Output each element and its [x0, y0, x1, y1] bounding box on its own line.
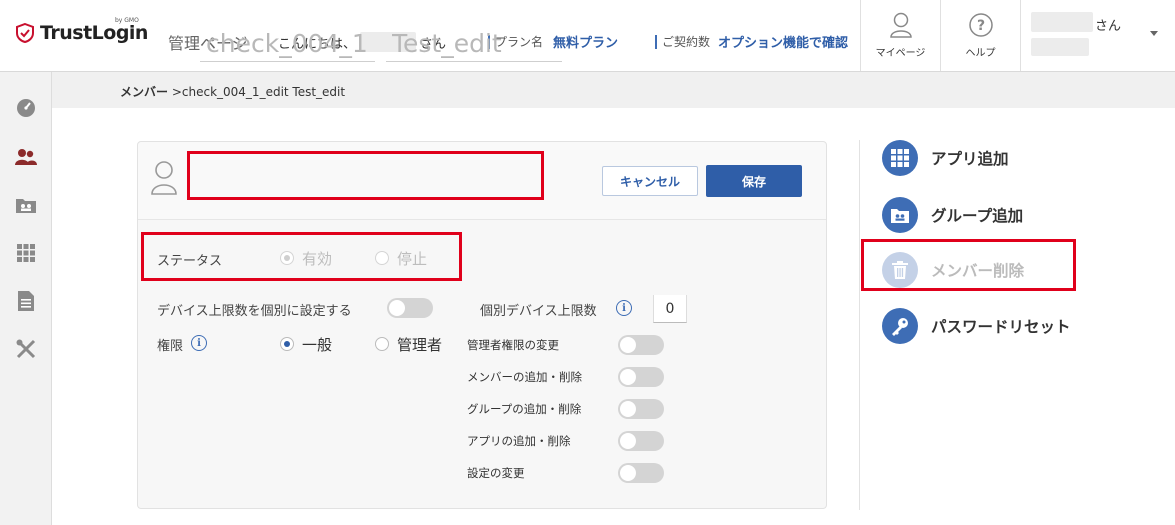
help-button[interactable]: ? ヘルプ [940, 0, 1020, 71]
permission-label: メンバーの追加・削除 [467, 370, 582, 384]
sidebar-item-dashboard[interactable] [14, 96, 38, 120]
mypage-button[interactable]: マイページ [860, 0, 940, 71]
permission-label: 設定の変更 [467, 466, 525, 480]
info-icon[interactable]: i [191, 335, 207, 351]
last-name-input[interactable] [200, 26, 375, 62]
plan-value[interactable]: 無料プラン [553, 32, 618, 51]
info-icon[interactable]: i [616, 300, 632, 316]
user-icon [889, 12, 912, 38]
permission-label: 管理者権限の変更 [467, 338, 559, 352]
sidebar-item-documents[interactable] [14, 289, 38, 313]
divider [859, 140, 860, 510]
mypage-label: マイページ [875, 48, 926, 59]
groups-folder-icon [16, 199, 36, 213]
shield-logo-icon [16, 23, 34, 43]
permission-toggle-admin-rights[interactable] [618, 335, 664, 355]
trash-icon [882, 252, 918, 288]
document-icon [18, 291, 34, 311]
sidebar-item-apps[interactable] [14, 241, 38, 265]
cancel-button[interactable]: キャンセル [602, 166, 698, 196]
redacted-user-company [1031, 12, 1093, 32]
sidebar-item-settings[interactable] [14, 337, 38, 361]
group-folder-icon [882, 197, 918, 233]
key-icon [882, 308, 918, 344]
help-label: ヘルプ [965, 48, 996, 59]
tools-icon [16, 339, 36, 359]
permission-toggle-settings[interactable] [618, 463, 664, 483]
status-active-label: 有効 [302, 250, 333, 268]
device-limit-label: デバイス上限数を個別に設定する [157, 304, 352, 319]
divider-bar [655, 34, 657, 49]
contract-label: ご契約数 [662, 35, 711, 49]
delete-member-button[interactable]: メンバー削除 [882, 252, 1024, 288]
logo[interactable]: TrustLogin [16, 22, 148, 44]
save-button[interactable]: 保存 [706, 165, 802, 197]
redacted-user-name [1031, 38, 1089, 56]
status-suspended-label: 停止 [397, 250, 428, 268]
permission-label: アプリの追加・削除 [467, 434, 571, 448]
delete-member-label: メンバー削除 [931, 262, 1025, 280]
top-header: TrustLogin by GMO 管理ページ こんにちは、 さん プラン名 無… [0, 0, 1175, 72]
apps-grid-icon [17, 244, 35, 262]
breadcrumb-current: check_004_1_edit Test_edit [181, 85, 346, 99]
add-app-label: アプリ追加 [931, 150, 1009, 168]
password-reset-button[interactable]: パスワードリセット [882, 308, 1071, 344]
individual-limit-input[interactable] [653, 295, 687, 323]
sidebar-item-groups[interactable] [14, 193, 38, 217]
person-icon [151, 161, 177, 195]
status-radio-suspended[interactable] [375, 251, 389, 265]
status-radio-active[interactable] [280, 251, 294, 265]
individual-limit-label: 個別デバイス上限数 [480, 304, 597, 319]
sidebar [0, 72, 52, 525]
logo-text: TrustLogin [40, 22, 148, 44]
add-app-button[interactable]: アプリ追加 [882, 140, 1009, 176]
dashboard-icon [17, 99, 35, 117]
user-menu[interactable]: さん [1020, 0, 1175, 71]
status-label: ステータス [157, 254, 223, 269]
device-limit-toggle[interactable] [387, 298, 433, 318]
user-suffix: さん [1095, 19, 1122, 34]
logo-subtext: by GMO [115, 17, 139, 24]
first-name-input[interactable] [386, 26, 562, 62]
breadcrumb-separator: > [168, 85, 182, 99]
svg-text:?: ? [976, 18, 984, 34]
breadcrumb: メンバー >check_004_1_edit Test_edit [52, 72, 1175, 108]
permission-toggle-apps[interactable] [618, 431, 664, 451]
chevron-down-icon [1150, 31, 1158, 36]
add-group-button[interactable]: グループ追加 [882, 197, 1023, 233]
breadcrumb-members-link[interactable]: メンバー [120, 85, 168, 99]
sidebar-item-members[interactable] [14, 145, 38, 169]
role-general-label: 一般 [302, 336, 333, 354]
role-radio-admin[interactable] [375, 337, 389, 351]
permission-label: グループの追加・削除 [467, 402, 582, 416]
contract-info: ご契約数 オプション機能で確認 [655, 32, 848, 51]
members-icon [15, 149, 37, 165]
role-admin-label: 管理者 [397, 336, 443, 354]
contract-value-link[interactable]: オプション機能で確認 [718, 32, 848, 51]
role-label: 権限 [157, 339, 184, 354]
add-group-label: グループ追加 [931, 207, 1024, 225]
role-radio-general[interactable] [280, 337, 294, 351]
apps-grid-icon [882, 140, 918, 176]
permission-toggle-groups[interactable] [618, 399, 664, 419]
help-icon: ? [968, 13, 993, 37]
permission-toggle-members[interactable] [618, 367, 664, 387]
password-reset-label: パスワードリセット [931, 318, 1071, 336]
